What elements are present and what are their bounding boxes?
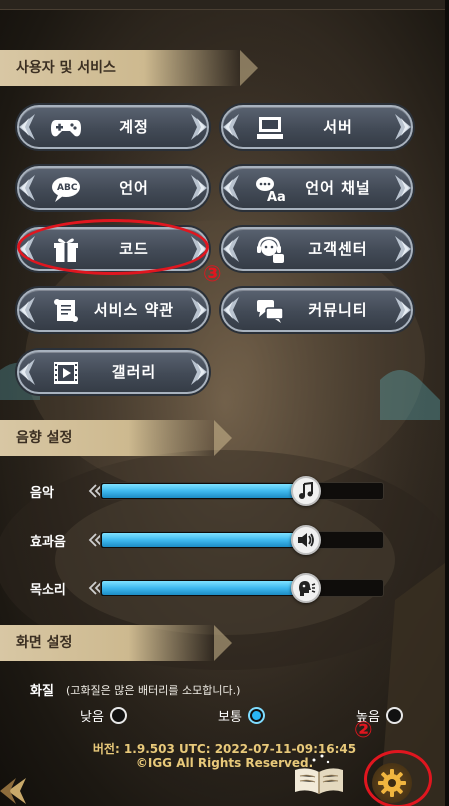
book-icon[interactable] <box>292 752 346 800</box>
voice-head-icon <box>299 581 316 596</box>
gallery-button[interactable]: 갤러리 <box>17 350 209 394</box>
quality-label: 화질 <box>30 684 54 699</box>
gear-icon <box>378 769 406 797</box>
abc-bubble-icon: ABC <box>49 174 83 204</box>
section-title: 사용자 및 서비스 <box>16 60 116 76</box>
right-edge <box>445 0 449 806</box>
server-label: 서버 <box>323 118 353 136</box>
language-button[interactable]: ABC 언어 <box>17 166 209 210</box>
ornament-right-icon <box>191 114 207 140</box>
language-channel-button[interactable]: Aa 언어 채널 <box>221 166 413 210</box>
svg-text:ABC: ABC <box>57 183 78 193</box>
ornament-right-icon <box>395 297 411 323</box>
speaker-icon <box>298 533 314 547</box>
music-slider-knob[interactable] <box>291 476 321 506</box>
support-label: 고객센터 <box>308 240 368 258</box>
ornament-left-icon <box>19 297 35 323</box>
quality-option-label: 보통 <box>218 709 242 725</box>
radio-low[interactable] <box>109 706 127 724</box>
server-button[interactable]: 서버 <box>221 105 413 149</box>
radio-high[interactable] <box>385 706 403 724</box>
computer-icon <box>253 113 287 143</box>
community-label: 커뮤니티 <box>308 301 368 319</box>
annotation-number-2: ② <box>354 718 373 743</box>
music-label: 음악 <box>30 486 54 501</box>
ornament-right-icon <box>395 175 411 201</box>
quality-option-medium[interactable]: 보통 <box>218 705 265 725</box>
ornament-left-icon <box>223 297 239 323</box>
ornament-left-icon <box>19 175 35 201</box>
ornament-right-icon <box>191 297 207 323</box>
film-play-icon <box>49 358 83 388</box>
account-label: 계정 <box>119 118 149 136</box>
section-title: 음향 설정 <box>16 430 73 446</box>
section-header-sound: 음향 설정 <box>0 420 232 456</box>
gamepad-icon <box>49 113 83 143</box>
section-title: 화면 설정 <box>16 635 73 651</box>
voice-slider-row: 목소리 <box>0 573 449 603</box>
gift-icon <box>49 235 83 265</box>
headset-icon <box>253 235 287 265</box>
effects-label: 효과음 <box>30 535 66 550</box>
ornament-left-icon <box>19 114 35 140</box>
section-header-display: 화면 설정 <box>0 625 232 661</box>
music-slider-fill <box>102 484 306 498</box>
effects-slider-knob[interactable] <box>291 525 321 555</box>
version-text: 버전: 1.9.503 UTC: 2022-07-11-09:16:45 <box>92 742 357 756</box>
support-button[interactable]: 고객센터 <box>221 227 413 271</box>
chat-bubbles-icon <box>253 296 287 326</box>
ornament-left-icon <box>223 175 239 201</box>
music-note-icon <box>299 482 313 499</box>
music-slider-row: 음악 <box>0 476 449 506</box>
svg-text:Aa: Aa <box>267 190 286 203</box>
terms-label: 서비스 약관 <box>93 301 175 319</box>
effects-slider-row: 효과음 <box>0 525 449 555</box>
terms-button[interactable]: 서비스 약관 <box>17 288 209 332</box>
radio-medium[interactable] <box>247 706 265 724</box>
voice-label: 목소리 <box>30 583 66 598</box>
chat-aa-icon: Aa <box>253 174 287 204</box>
section-header-user-services: 사용자 및 서비스 <box>0 50 258 86</box>
gallery-label: 갤러리 <box>111 363 157 381</box>
settings-button[interactable] <box>372 763 412 803</box>
voice-slider-fill <box>102 581 306 595</box>
radio-selected-dot <box>251 710 261 720</box>
ornament-left-icon <box>223 236 239 262</box>
account-button[interactable]: 계정 <box>17 105 209 149</box>
ornament-right-icon <box>191 236 207 262</box>
voice-slider-knob[interactable] <box>291 573 321 603</box>
ornament-left-icon <box>223 114 239 140</box>
quality-option-low[interactable]: 낮음 <box>80 705 127 725</box>
annotation-number-3: ③ <box>203 262 222 287</box>
effects-slider-fill <box>102 533 306 547</box>
ornament-left-icon <box>19 236 35 262</box>
code-label: 코드 <box>119 240 149 258</box>
ornament-right-icon <box>191 359 207 385</box>
code-button[interactable]: 코드 <box>17 227 209 271</box>
language-label: 언어 <box>119 179 149 197</box>
quality-option-label: 낮음 <box>80 709 104 725</box>
community-button[interactable]: 커뮤니티 <box>221 288 413 332</box>
ornament-right-icon <box>395 114 411 140</box>
quality-note: (고화질은 많은 배터리를 소모합니다.) <box>66 684 241 697</box>
ornament-right-icon <box>191 175 207 201</box>
back-arrow-icon[interactable] <box>0 776 28 806</box>
ornament-left-icon <box>19 359 35 385</box>
language-channel-label: 언어 채널 <box>305 179 371 197</box>
scroll-icon <box>49 296 83 326</box>
ornament-right-icon <box>395 236 411 262</box>
top-edge <box>0 0 449 10</box>
